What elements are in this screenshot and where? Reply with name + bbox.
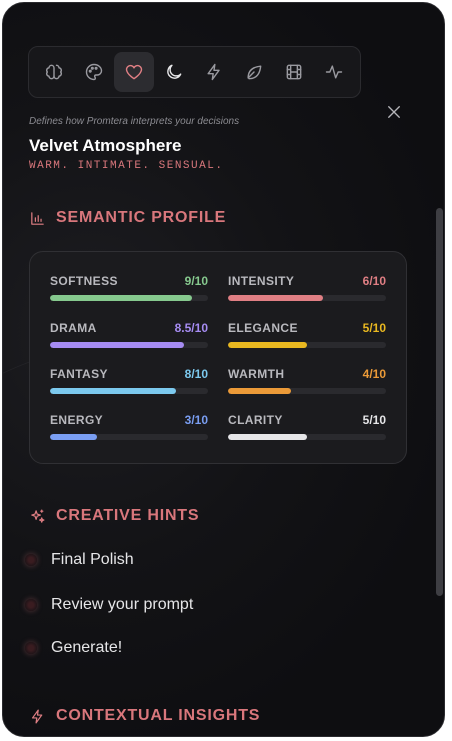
metric-fill (228, 342, 307, 348)
metric-row: DRAMA 8.5/10 (50, 321, 208, 335)
contextual-insights-heading: CONTEXTUAL INSIGHTS (29, 707, 260, 725)
tool-heart[interactable] (114, 52, 154, 92)
metric-clarity: CLARITY 5/10 (228, 413, 386, 440)
metric-fill (50, 434, 98, 440)
metric-fill (50, 388, 177, 394)
tool-film[interactable] (274, 52, 314, 92)
metric-fill (50, 342, 185, 348)
metric-fantasy: FANTASY 8/10 (50, 367, 208, 394)
metric-intensity: INTENSITY 6/10 (228, 274, 386, 301)
metric-name: ENERGY (50, 413, 104, 427)
close-button[interactable] (383, 101, 405, 123)
metric-row: INTENSITY 6/10 (228, 274, 386, 288)
semantic-profile-card: SOFTNESS 9/10 INTENSITY 6/10 DRAMA 8.5/10 ELEG… (29, 251, 407, 464)
leaf-icon (247, 65, 262, 80)
metric-track (228, 388, 386, 394)
moon-icon (167, 64, 182, 79)
metric-track (228, 342, 386, 348)
metric-row: WARMTH 4/10 (228, 367, 386, 381)
metric-warmth: WARMTH 4/10 (228, 367, 386, 394)
metric-fill (50, 295, 193, 301)
tool-leaf[interactable] (234, 52, 274, 92)
hint-bullet (25, 554, 37, 566)
tool-pulse[interactable] (314, 52, 354, 92)
semantic-profile-title: SEMANTIC PROFILE (56, 209, 227, 226)
contextual-insights-title: CONTEXTUAL INSIGHTS (56, 707, 261, 724)
metric-name: INTENSITY (228, 274, 295, 288)
scrollbar-thumb[interactable] (436, 208, 443, 596)
panel-title: Velvet Atmosphere (29, 136, 182, 155)
metric-softness: SOFTNESS 9/10 (50, 274, 208, 301)
brain-icon (46, 64, 62, 80)
tool-brain[interactable] (34, 52, 74, 92)
hint-label: Generate! (51, 639, 123, 656)
category-toolbar (28, 46, 361, 98)
metric-elegance: ELEGANCE 5/10 (228, 321, 386, 348)
semantic-profile-heading: SEMANTIC PROFILE (29, 209, 226, 227)
tool-moon[interactable] (154, 52, 194, 92)
metric-score: 8/10 (184, 367, 208, 381)
metric-score: 3/10 (184, 413, 208, 427)
metric-track (50, 342, 208, 348)
metric-score: 5/10 (362, 413, 386, 427)
metric-fill (228, 295, 323, 301)
metric-name: CLARITY (228, 413, 283, 427)
metric-score: 9/10 (184, 274, 208, 288)
metric-row: SOFTNESS 9/10 (50, 274, 208, 288)
metric-row: ELEGANCE 5/10 (228, 321, 386, 335)
creative-hints-heading: CREATIVE HINTS (29, 507, 199, 525)
creative-hints-title: CREATIVE HINTS (56, 507, 200, 524)
metric-row: ENERGY 3/10 (50, 413, 208, 427)
metric-fill (228, 388, 292, 394)
hint-item[interactable]: Final Polish (25, 551, 134, 569)
hint-bullet (25, 599, 37, 611)
metric-track (228, 434, 386, 440)
tool-palette[interactable] (74, 52, 114, 92)
metric-drama: DRAMA 8.5/10 (50, 321, 208, 348)
bar-chart-icon (31, 211, 44, 225)
hint-label: Review your prompt (51, 596, 194, 613)
heart-icon (125, 64, 143, 80)
panel-subtitle: Defines how Promtera interprets your dec… (29, 116, 240, 127)
panel-tagline: WARM. INTIMATE. SENSUAL. (29, 160, 224, 172)
metric-track (50, 295, 208, 301)
metric-name: SOFTNESS (50, 274, 118, 288)
tool-bolt[interactable] (194, 52, 234, 92)
metric-name: WARMTH (228, 367, 285, 381)
metric-name: ELEGANCE (228, 321, 298, 335)
hint-label: Final Polish (51, 551, 134, 568)
metric-track (50, 434, 208, 440)
sparkles-icon (31, 509, 45, 523)
bolt-icon (31, 709, 43, 723)
hint-bullet (25, 642, 37, 654)
metric-score: 4/10 (362, 367, 386, 381)
metric-score: 8.5/10 (174, 321, 208, 335)
metric-name: FANTASY (50, 367, 108, 381)
metric-energy: ENERGY 3/10 (50, 413, 208, 440)
hint-item[interactable]: Generate! (25, 639, 122, 657)
close-icon (388, 106, 400, 118)
film-icon (286, 64, 302, 80)
pulse-icon (325, 65, 343, 79)
metric-score: 6/10 (362, 274, 386, 288)
metric-name: DRAMA (50, 321, 97, 335)
metric-track (50, 388, 208, 394)
metric-score: 5/10 (362, 321, 386, 335)
metric-row: CLARITY 5/10 (228, 413, 386, 427)
metric-fill (228, 434, 307, 440)
hint-item[interactable]: Review your prompt (25, 596, 193, 614)
palette-icon (85, 63, 103, 81)
metric-track (228, 295, 386, 301)
metric-row: FANTASY 8/10 (50, 367, 208, 381)
bolt-icon (207, 63, 220, 81)
atmosphere-panel: Defines how Promtera interprets your dec… (2, 2, 445, 737)
